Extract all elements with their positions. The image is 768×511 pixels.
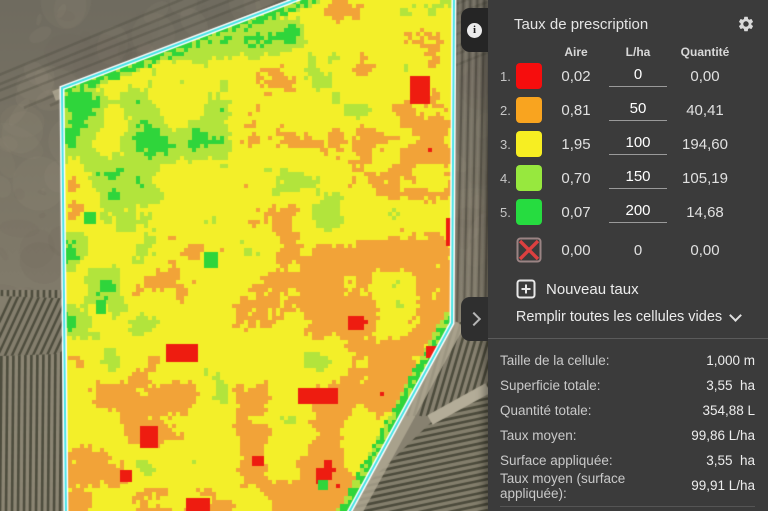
rate-table-header: Aire L/ha Quantité [488,45,768,59]
col-quantity: Quantité [680,45,730,59]
rate-row: 4. 0,70 105,19 [488,161,768,195]
bottom-divider [500,506,755,507]
quantity-value: 0,00 [690,67,720,85]
stat-row: Taux moyen: 99,86 L/ha [500,428,755,443]
rate-input[interactable] [609,167,667,189]
col-aire: Aire [564,45,588,59]
quantity-value: 14,68 [686,203,724,221]
fill-empty-label: Remplir toutes les cellules vides [515,309,723,325]
quantity-value: 0,00 [690,241,720,259]
area-value: 0,70 [561,169,591,187]
quantity-value: 40,41 [686,101,724,119]
stats-section: Taille de la cellule: 1,000 m Superficie… [488,339,768,507]
area-value: 0,81 [561,101,591,119]
info-tab[interactable]: i [461,8,488,52]
map-canvas[interactable] [0,0,488,511]
stat-row: Taux moyen (surface appliquée): 99,91 L/… [500,470,755,501]
color-swatch-orange[interactable] [516,97,542,123]
empty-cells-row: 0,00 0 0,00 [488,233,768,267]
stat-row: Surface appliquée: 3,55 ha [500,453,755,468]
info-icon: i [467,22,482,38]
panel-header: Taux de prescription [488,0,768,37]
collapse-panel-tab[interactable] [461,297,488,341]
plus-square-icon [516,279,536,299]
new-rate-label: Nouveau taux [546,280,639,298]
quantity-value: 194,60 [682,135,728,153]
chevron-right-icon [466,311,481,327]
rate-row: 1. 0,02 0,00 [488,59,768,93]
gear-icon[interactable] [737,15,755,33]
rate-row: 5. 0,07 14,68 [488,195,768,229]
area-value: 0,00 [561,241,591,259]
rate-row: 3. 1,95 194,60 [488,127,768,161]
area-value: 1,95 [561,135,591,153]
color-swatch-lightgreen[interactable] [516,165,542,191]
rate-input[interactable] [609,201,667,223]
stat-row: Quantité totale: 354,88 L [500,403,755,418]
stat-row: Taille de la cellule: 1,000 m [500,353,755,368]
app-window: i Taux de prescription Aire L/ha Quantit… [0,0,768,511]
prescription-panel: Taux de prescription Aire L/ha Quantité … [488,0,768,511]
color-swatch-yellow[interactable] [516,131,542,157]
area-value: 0,07 [561,203,591,221]
new-rate-button[interactable]: Nouveau taux [516,279,639,299]
area-value: 0,02 [561,67,591,85]
rate-input[interactable] [609,133,667,155]
crossed-cell-icon [516,237,542,263]
quantity-value: 105,19 [682,169,728,187]
col-rate: L/ha [625,45,651,59]
rate-input[interactable] [609,99,667,121]
map-area: i [0,0,488,511]
panel-title: Taux de prescription [514,15,649,33]
stat-row: Superficie totale: 3,55 ha [500,378,755,393]
rate-row: 2. 0,81 40,41 [488,93,768,127]
chevron-down-icon [729,308,743,322]
color-swatch-red[interactable] [516,63,542,89]
fill-empty-cells-dropdown[interactable]: Remplir toutes les cellules vides [488,308,768,325]
rate-input[interactable] [609,65,667,87]
color-swatch-green[interactable] [516,199,542,225]
rate-value: 0 [633,241,643,259]
